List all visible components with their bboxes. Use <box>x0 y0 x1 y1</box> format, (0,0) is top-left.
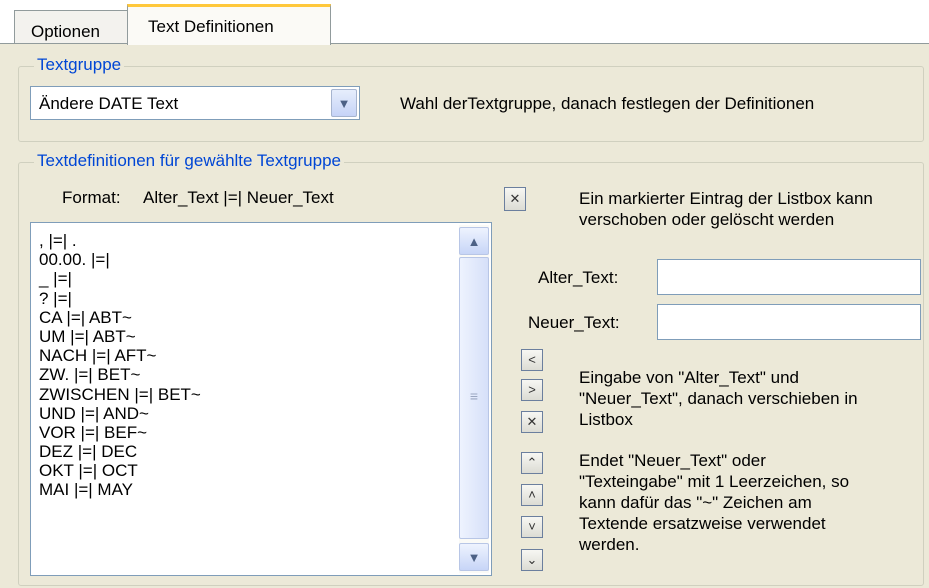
neuer-text-label: Neuer_Text: <box>528 313 620 332</box>
chevron-right-icon: > <box>528 382 536 397</box>
tilde-hint-line: kann dafür das "~" Zeichen am <box>579 493 812 512</box>
move-bottom-button[interactable]: ⌄ <box>521 549 543 571</box>
list-item[interactable]: , |=| . <box>39 231 201 250</box>
list-item[interactable]: _ |=| <box>39 269 201 288</box>
scroll-down-icon[interactable]: ▼ <box>459 543 489 571</box>
move-hint-line: Listbox <box>579 410 633 429</box>
list-item[interactable]: ZWISCHEN |=| BET~ <box>39 385 201 404</box>
tab-text-definitionen[interactable]: Text Definitionen <box>127 4 331 45</box>
textgruppe-combo[interactable]: Ändere DATE Text ▼ <box>30 86 360 120</box>
format-value: Alter_Text |=| Neuer_Text <box>143 188 334 207</box>
textgruppe-hint: Wahl derTextgruppe, danach festlegen der… <box>400 94 815 113</box>
move-down-button[interactable]: ˅ <box>521 516 543 538</box>
list-item[interactable]: ? |=| <box>39 289 201 308</box>
tilde-hint-line: Textende ersatzweise verwendet <box>579 514 826 533</box>
delete-entry-button[interactable]: ✕ <box>504 187 526 211</box>
definitions-listbox[interactable]: , |=| . 00.00. |=| _ |=| ? |=| CA |=| AB… <box>30 222 492 576</box>
tilde-hint-line: "Texteingabe" mit 1 Leerzeichen, so <box>579 472 850 491</box>
scroll-up-icon[interactable]: ▲ <box>459 227 489 255</box>
list-item[interactable]: VOR |=| BEF~ <box>39 423 201 442</box>
move-hint: Eingabe von "Alter_Text" und "Neuer_Text… <box>579 367 858 430</box>
list-item[interactable]: DEZ |=| DEC <box>39 442 201 461</box>
double-chevron-down-icon: ⌄ <box>526 552 538 567</box>
scroll-thumb[interactable]: ≡ <box>459 257 489 539</box>
textgruppe-combo-value: Ändere DATE Text <box>39 94 179 113</box>
alter-text-label: Alter_Text: <box>538 268 619 287</box>
list-item[interactable]: MAI |=| MAY <box>39 480 201 499</box>
delete-hint-line: Ein markierter Eintrag der Listbox kann <box>579 189 873 208</box>
list-item[interactable]: 00.00. |=| <box>39 250 201 269</box>
list-item[interactable]: ZW. |=| BET~ <box>39 365 201 384</box>
tilde-hint: Endet "Neuer_Text" oder "Texteingabe" mi… <box>579 450 849 555</box>
format-label: Format: <box>62 188 121 207</box>
tilde-hint-line: werden. <box>579 535 640 554</box>
list-item[interactable]: OKT |=| OCT <box>39 461 201 480</box>
move-up-button[interactable]: ˄ <box>521 484 543 506</box>
alter-text-field[interactable] <box>657 259 921 295</box>
double-chevron-up-icon: ⌃ <box>526 455 538 470</box>
textgruppe-legend: Textgruppe <box>34 55 125 75</box>
chevron-down-icon: ˅ <box>528 519 536 534</box>
move-left-button[interactable]: < <box>521 349 543 371</box>
delete-hint: Ein markierter Eintrag der Listbox kann … <box>579 188 873 230</box>
list-item[interactable]: UND |=| AND~ <box>39 404 201 423</box>
delete-hint-line: verschoben oder gelöscht werden <box>579 210 835 229</box>
chevron-left-icon: < <box>528 352 536 367</box>
move-hint-line: "Neuer_Text", danach verschieben in <box>579 389 858 408</box>
list-item[interactable]: CA |=| ABT~ <box>39 308 201 327</box>
tilde-hint-line: Endet "Neuer_Text" oder <box>579 451 766 470</box>
list-item[interactable]: NACH |=| AFT~ <box>39 346 201 365</box>
neuer-text-field[interactable] <box>657 304 921 340</box>
grip-icon: ≡ <box>469 388 479 404</box>
move-top-button[interactable]: ⌃ <box>521 452 543 474</box>
x-icon: ✕ <box>526 414 538 429</box>
remove-button[interactable]: ✕ <box>521 411 543 433</box>
chevron-up-icon: ˄ <box>528 487 536 502</box>
move-hint-line: Eingabe von "Alter_Text" und <box>579 368 799 387</box>
tab-optionen[interactable]: Optionen <box>14 10 128 44</box>
textdefinitionen-legend: Textdefinitionen für gewählte Textgruppe <box>34 151 344 171</box>
list-item[interactable]: UM |=| ABT~ <box>39 327 201 346</box>
definitions-list: , |=| . 00.00. |=| _ |=| ? |=| CA |=| AB… <box>39 231 201 500</box>
chevron-down-icon[interactable]: ▼ <box>331 89 357 117</box>
listbox-scrollbar[interactable]: ▲ ≡ ▼ <box>459 225 489 573</box>
x-icon: ✕ <box>509 191 521 206</box>
move-right-button[interactable]: > <box>521 379 543 401</box>
